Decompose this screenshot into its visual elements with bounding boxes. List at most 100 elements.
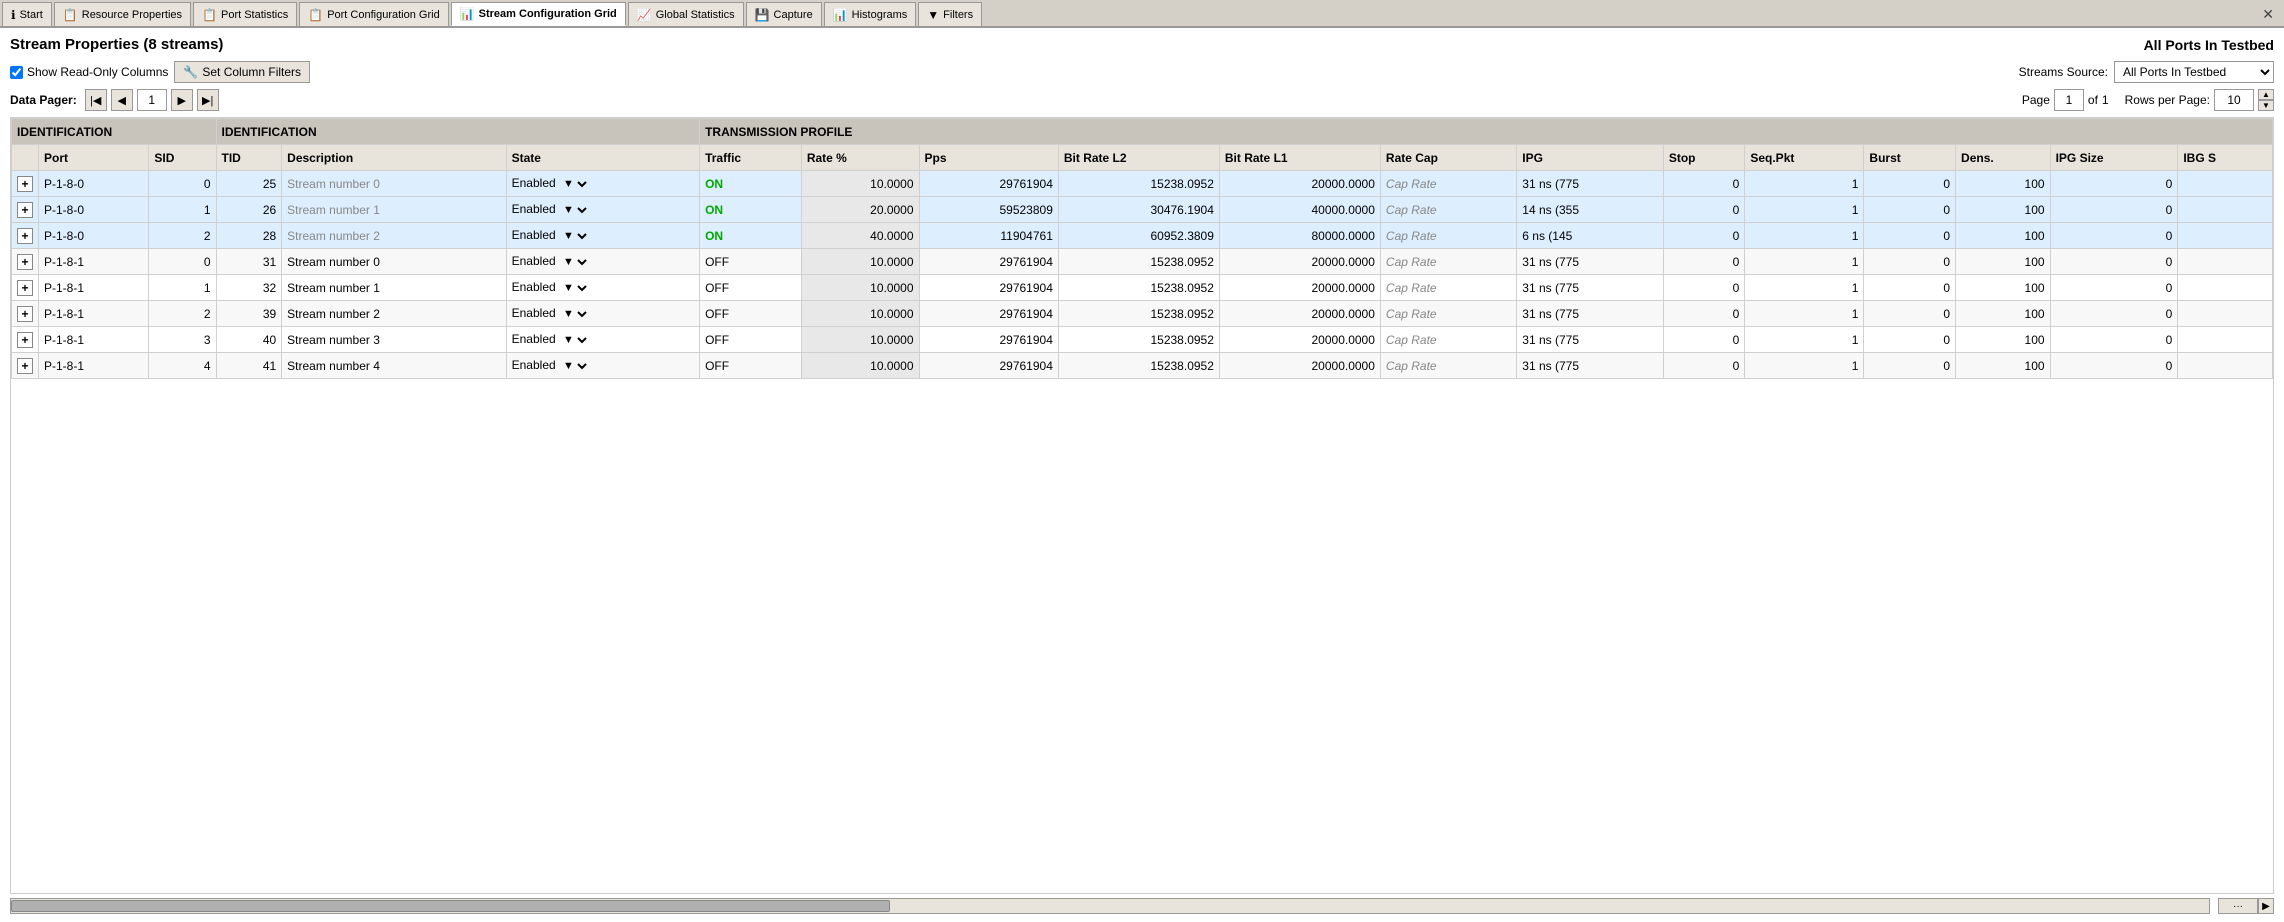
tab-stream-config-grid[interactable]: 📊 Stream Configuration Grid — [451, 2, 626, 26]
cell-rate-cap[interactable]: Cap Rate — [1380, 249, 1516, 275]
row-expand-button[interactable]: + — [17, 358, 33, 374]
tab-port-statistics[interactable]: 📋 Port Statistics — [193, 2, 297, 26]
pager-prev-button[interactable]: ◀ — [111, 89, 133, 111]
state-dropdown[interactable]: ▼ — [559, 333, 590, 347]
page-label: Page — [2022, 93, 2050, 107]
cell-state[interactable]: Enabled ▼ — [506, 223, 699, 249]
cell-state[interactable]: Enabled ▼ — [506, 327, 699, 353]
cell-port: P-1-8-0 — [39, 197, 149, 223]
pager-page-input[interactable] — [137, 89, 167, 111]
tab-start[interactable]: ℹ Start — [2, 2, 52, 26]
state-dropdown[interactable]: ▼ — [559, 255, 590, 269]
show-readonly-checkbox[interactable] — [10, 66, 23, 79]
cell-state[interactable]: Enabled ▼ — [506, 197, 699, 223]
row-expand-button[interactable]: + — [17, 202, 33, 218]
rows-per-page-up[interactable]: ▲ — [2258, 89, 2274, 100]
cell-state[interactable]: Enabled ▼ — [506, 275, 699, 301]
filter-icon: 🔧 — [183, 65, 198, 79]
cell-rate-cap[interactable]: Cap Rate — [1380, 275, 1516, 301]
cell-state[interactable]: Enabled ▼ — [506, 353, 699, 379]
cell-rate-pct[interactable]: 10.0000 — [801, 275, 919, 301]
col-port[interactable]: Port — [39, 145, 149, 171]
cell-rate-cap[interactable]: Cap Rate — [1380, 197, 1516, 223]
col-tid[interactable]: TID — [216, 145, 282, 171]
cell-rate-cap[interactable]: Cap Rate — [1380, 171, 1516, 197]
cell-state[interactable]: Enabled ▼ — [506, 301, 699, 327]
col-dens[interactable]: Dens. — [1956, 145, 2051, 171]
horizontal-scrollbar[interactable] — [10, 898, 2210, 914]
expand-handle[interactable]: ··· — [2218, 898, 2258, 914]
of-label: of — [2088, 93, 2098, 107]
cell-rate-pct[interactable]: 20.0000 — [801, 197, 919, 223]
row-expand-button[interactable]: + — [17, 228, 33, 244]
state-dropdown[interactable]: ▼ — [559, 359, 590, 373]
cell-state[interactable]: Enabled ▼ — [506, 171, 699, 197]
row-expand-button[interactable]: + — [17, 254, 33, 270]
col-ipg-size[interactable]: IPG Size — [2050, 145, 2178, 171]
col-stop[interactable]: Stop — [1663, 145, 1745, 171]
col-rate-cap[interactable]: Rate Cap — [1380, 145, 1516, 171]
tab-filters[interactable]: ▼ Filters — [918, 2, 982, 26]
col-traffic[interactable]: Traffic — [700, 145, 802, 171]
cell-bit-rate-l2: 60952.3809 — [1058, 223, 1219, 249]
cell-sid: 2 — [149, 301, 216, 327]
cell-ipg-size: 0 — [2050, 327, 2178, 353]
cell-rate-cap[interactable]: Cap Rate — [1380, 353, 1516, 379]
set-column-filters-button[interactable]: 🔧 Set Column Filters — [174, 61, 310, 83]
col-bit-rate-l2[interactable]: Bit Rate L2 — [1058, 145, 1219, 171]
col-description[interactable]: Description — [282, 145, 506, 171]
state-dropdown[interactable]: ▼ — [559, 229, 590, 243]
streams-source-select[interactable]: All Ports In Testbed Selected Ports — [2114, 61, 2274, 83]
row-expand-button[interactable]: + — [17, 306, 33, 322]
cell-sid: 1 — [149, 197, 216, 223]
tab-histograms[interactable]: 📊 Histograms — [824, 2, 917, 26]
tab-resource-properties[interactable]: 📋 Resource Properties — [54, 2, 191, 26]
col-state[interactable]: State — [506, 145, 699, 171]
table-row: +P-1-8-0126Stream number 1Enabled ▼ON20.… — [12, 197, 2273, 223]
col-bit-rate-l1[interactable]: Bit Rate L1 — [1219, 145, 1380, 171]
cell-description: Stream number 2 — [282, 301, 506, 327]
col-seq-pkt[interactable]: Seq.Pkt — [1745, 145, 1864, 171]
pager-first-button[interactable]: |◀ — [85, 89, 107, 111]
tab-capture[interactable]: 💾 Capture — [746, 2, 822, 26]
cell-rate-cap[interactable]: Cap Rate — [1380, 301, 1516, 327]
cell-rate-pct[interactable]: 10.0000 — [801, 301, 919, 327]
cell-pps: 29761904 — [919, 275, 1058, 301]
rows-per-page-input[interactable] — [2214, 89, 2254, 111]
cell-rate-pct[interactable]: 40.0000 — [801, 223, 919, 249]
cell-pps: 29761904 — [919, 327, 1058, 353]
row-expand-button[interactable]: + — [17, 280, 33, 296]
state-dropdown[interactable]: ▼ — [559, 177, 590, 191]
window-close-button[interactable]: ✕ — [2254, 3, 2282, 26]
cell-rate-cap[interactable]: Cap Rate — [1380, 327, 1516, 353]
cell-rate-pct[interactable]: 10.0000 — [801, 327, 919, 353]
col-ipg[interactable]: IPG — [1517, 145, 1664, 171]
col-burst[interactable]: Burst — [1864, 145, 1956, 171]
cell-tid: 32 — [216, 275, 282, 301]
cell-rate-pct[interactable]: 10.0000 — [801, 249, 919, 275]
pager-last-button[interactable]: ▶| — [197, 89, 219, 111]
pager-page-number[interactable] — [2054, 89, 2084, 111]
row-expand-button[interactable]: + — [17, 176, 33, 192]
col-pps[interactable]: Pps — [919, 145, 1058, 171]
row-expand-button[interactable]: + — [17, 332, 33, 348]
show-readonly-checkbox-label[interactable]: Show Read-Only Columns — [10, 65, 168, 79]
rows-per-page-down[interactable]: ▼ — [2258, 100, 2274, 111]
scrollbar-thumb[interactable] — [11, 900, 890, 912]
col-rate-pct[interactable]: Rate % — [801, 145, 919, 171]
cell-rate-pct[interactable]: 10.0000 — [801, 171, 919, 197]
state-dropdown[interactable]: ▼ — [559, 281, 590, 295]
cell-rate-cap[interactable]: Cap Rate — [1380, 223, 1516, 249]
col-sid[interactable]: SID — [149, 145, 216, 171]
cell-port: P-1-8-1 — [39, 275, 149, 301]
state-dropdown[interactable]: ▼ — [559, 307, 590, 321]
tab-port-config-grid[interactable]: 📋 Port Configuration Grid — [299, 2, 448, 26]
scroll-right-button[interactable]: ▶ — [2258, 898, 2274, 914]
pager-next-button[interactable]: ▶ — [171, 89, 193, 111]
cell-state[interactable]: Enabled ▼ — [506, 249, 699, 275]
col-ibg-s[interactable]: IBG S — [2178, 145, 2273, 171]
state-dropdown[interactable]: ▼ — [559, 203, 590, 217]
cell-burst: 0 — [1864, 249, 1956, 275]
tab-global-statistics[interactable]: 📈 Global Statistics — [628, 2, 744, 26]
cell-rate-pct[interactable]: 10.0000 — [801, 353, 919, 379]
